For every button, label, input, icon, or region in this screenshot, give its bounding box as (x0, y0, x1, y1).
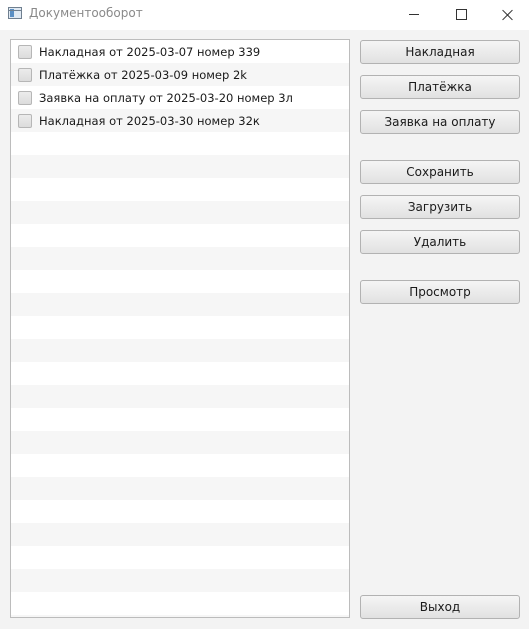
document-label: Платёжка от 2025-03-09 номер 2k (39, 67, 247, 82)
list-item[interactable]: Платёжка от 2025-03-09 номер 2k (11, 63, 349, 86)
empty-list-row (11, 316, 349, 339)
empty-list-row (11, 569, 349, 592)
empty-list-row (11, 201, 349, 224)
invoice-button[interactable]: Накладная (360, 40, 520, 64)
payment-button[interactable]: Платёжка (360, 75, 520, 99)
empty-list-row (11, 477, 349, 500)
window-title: Документооборот (29, 6, 143, 20)
empty-list-row (11, 431, 349, 454)
document-checkbox[interactable] (18, 44, 32, 59)
empty-list-row (11, 523, 349, 546)
minimize-icon (409, 13, 419, 15)
empty-list-row (11, 500, 349, 523)
delete-button[interactable]: Удалить (360, 230, 520, 254)
empty-list-row (11, 339, 349, 362)
view-button[interactable]: Просмотр (360, 280, 520, 304)
empty-list-row (11, 385, 349, 408)
close-icon (502, 9, 513, 20)
document-checkbox[interactable] (18, 67, 32, 82)
empty-list-row (11, 132, 349, 155)
empty-list-row (11, 615, 349, 617)
payment-request-button[interactable]: Заявка на оплату (360, 110, 520, 134)
empty-list-row (11, 546, 349, 569)
document-label: Накладная от 2025-03-07 номер 339 (39, 44, 261, 59)
save-button[interactable]: Сохранить (360, 160, 520, 184)
list-item[interactable]: Накладная от 2025-03-30 номер 32к (11, 109, 349, 132)
list-item[interactable]: Заявка на оплату от 2025-03-20 номер 3л (11, 86, 349, 109)
empty-list-row (11, 155, 349, 178)
empty-list-row (11, 362, 349, 385)
document-label: Заявка на оплату от 2025-03-20 номер 3л (39, 90, 293, 105)
empty-list-row (11, 224, 349, 247)
list-item[interactable]: Накладная от 2025-03-07 номер 339 (11, 40, 349, 63)
title-bar: Документооборот (0, 0, 529, 30)
app-window-icon (8, 7, 22, 19)
empty-list-row (11, 178, 349, 201)
empty-list-row (11, 408, 349, 431)
empty-list-row (11, 454, 349, 477)
empty-list-row (11, 293, 349, 316)
document-checkbox[interactable] (18, 113, 32, 128)
document-checkbox[interactable] (18, 90, 32, 105)
minimize-button[interactable] (391, 0, 437, 28)
maximize-button[interactable] (438, 0, 484, 28)
load-button[interactable]: Загрузить (360, 195, 520, 219)
exit-button[interactable]: Выход (360, 595, 520, 619)
close-button[interactable] (484, 0, 529, 28)
empty-list-row (11, 247, 349, 270)
document-label: Накладная от 2025-03-30 номер 32к (39, 113, 260, 128)
maximize-icon (455, 8, 467, 20)
empty-list-row (11, 270, 349, 293)
empty-list-row (11, 592, 349, 615)
document-list[interactable]: Накладная от 2025-03-07 номер 339 Платёж… (10, 39, 350, 618)
